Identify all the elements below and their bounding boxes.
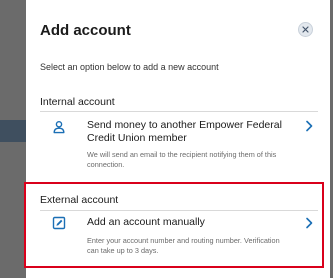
- section-divider: [40, 111, 318, 112]
- highlight-annotation: [24, 182, 324, 268]
- screen: Add account Select an option below to ad…: [0, 0, 333, 278]
- modal-subtitle: Select an option below to add a new acco…: [40, 62, 219, 72]
- close-button[interactable]: [298, 22, 313, 37]
- modal-title: Add account: [40, 22, 131, 39]
- page-backdrop-strip: [0, 120, 26, 142]
- send-to-member-option[interactable]: Send money to another Empower Federal Cr…: [40, 116, 318, 169]
- chevron-right-icon: [306, 120, 313, 132]
- internal-account-heading: Internal account: [40, 96, 115, 108]
- close-icon: [302, 26, 309, 33]
- option-description: We will send an email to the recipient n…: [87, 150, 277, 169]
- option-title: Send money to another Empower Federal Cr…: [87, 119, 282, 144]
- person-icon: [53, 121, 65, 134]
